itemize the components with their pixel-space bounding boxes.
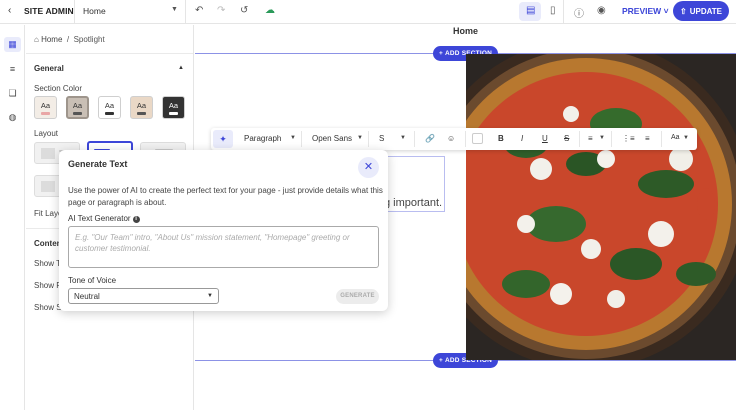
- ai-sparkle-icon[interactable]: ✦: [213, 130, 233, 148]
- globe-icon[interactable]: ◉: [597, 5, 606, 16]
- divider: [563, 0, 564, 24]
- home-icon[interactable]: ⌂: [34, 35, 39, 44]
- sliders-icon[interactable]: ≡: [6, 63, 19, 76]
- show-option-label: Show P: [34, 281, 62, 290]
- chevron-down-icon[interactable]: ▼: [599, 135, 605, 141]
- ai-prompt-textarea[interactable]: E.g. "Our Team" intro, "About Us" missio…: [68, 226, 379, 268]
- help-icon[interactable]: ⓘ: [574, 5, 584, 20]
- modal-description: Use the power of AI to create the perfec…: [68, 186, 383, 207]
- pizza-image[interactable]: [466, 54, 736, 360]
- breadcrumb: ⌂ Home / Spotlight: [34, 35, 105, 44]
- generate-text-modal: Generate Text ✕ Use the power of AI to c…: [59, 150, 388, 311]
- back-arrow-icon[interactable]: ‹: [8, 5, 11, 16]
- emoji-icon[interactable]: ☺: [447, 134, 455, 143]
- chevron-down-icon: ▼: [207, 293, 213, 299]
- color-swatch[interactable]: Aa: [162, 96, 185, 119]
- chevron-down-icon[interactable]: ▼: [683, 135, 689, 141]
- generate-button[interactable]: GENERATE: [336, 289, 379, 304]
- text-block-content[interactable]: g important.: [384, 197, 442, 209]
- italic-button[interactable]: I: [521, 134, 523, 143]
- cloud-saved-icon[interactable]: ☁: [265, 5, 275, 16]
- tone-value: Neutral: [74, 292, 100, 301]
- page-title: Home: [453, 26, 479, 36]
- swatch-label: Aa: [168, 100, 179, 110]
- divider: [465, 131, 466, 147]
- show-option-label: Show T: [34, 259, 61, 268]
- tone-of-voice-select[interactable]: Neutral ▼: [68, 288, 219, 304]
- plus-icon: +: [439, 50, 443, 57]
- divider: [74, 0, 75, 24]
- underline-button[interactable]: U: [542, 134, 548, 143]
- divider: [611, 131, 612, 147]
- divider: [185, 0, 186, 24]
- divider: [26, 53, 193, 54]
- swatch-label: Aa: [104, 100, 115, 110]
- link-icon[interactable]: 🔗: [425, 134, 435, 143]
- chevron-down-icon[interactable]: ▼: [357, 135, 363, 141]
- align-icon[interactable]: ≡: [588, 134, 593, 143]
- show-option-label: Show S: [34, 303, 62, 312]
- history-icon[interactable]: ↺: [240, 5, 248, 16]
- divider: [414, 131, 415, 147]
- color-swatch[interactable]: Aa: [66, 96, 89, 119]
- color-swatch[interactable]: Aa: [130, 96, 153, 119]
- left-rail: ▦ ≡ ❏ ◍: [0, 25, 25, 410]
- bullet-list-icon[interactable]: ⋮≡: [622, 134, 635, 143]
- breadcrumb-current: Spotlight: [73, 35, 105, 44]
- breadcrumb-home[interactable]: Home: [41, 35, 62, 44]
- plus-icon: +: [439, 357, 443, 364]
- undo-icon[interactable]: ↶: [195, 5, 203, 16]
- upload-icon: ⇧: [680, 6, 687, 16]
- palette-icon[interactable]: ◍: [6, 111, 19, 124]
- preview-label: PREVIEW: [622, 6, 662, 16]
- paragraph-style-select[interactable]: Paragraph: [244, 134, 281, 143]
- layout-icon[interactable]: ▦: [4, 37, 21, 52]
- ai-generator-label: AI Text Generator i: [68, 214, 140, 223]
- font-family-select[interactable]: Open Sans: [312, 134, 352, 143]
- close-icon[interactable]: ✕: [358, 157, 379, 178]
- swatch-label: Aa: [72, 100, 83, 110]
- update-button[interactable]: ⇧ UPDATE: [673, 1, 729, 21]
- swatch-label: Aa: [136, 100, 147, 110]
- text-color-picker[interactable]: [472, 133, 483, 144]
- divider: [368, 131, 369, 147]
- chevron-down-icon[interactable]: ▼: [290, 135, 296, 141]
- top-bar: ‹ SITE ADMIN Home ▼ ↶ ↷ ↺ ☁ ▤ ▯ ⓘ ◉ PREV…: [0, 0, 736, 24]
- site-admin-label[interactable]: SITE ADMIN: [24, 6, 74, 16]
- divider: [579, 131, 580, 147]
- pages-icon[interactable]: ❏: [6, 87, 19, 100]
- info-icon[interactable]: i: [132, 216, 140, 223]
- strikethrough-button[interactable]: S: [564, 134, 569, 143]
- text-format-toolbar: ✦ Paragraph ▼ Open Sans ▼ S ▼ 🔗 ☺ B I U …: [211, 128, 697, 150]
- section-color-label: Section Color: [34, 84, 83, 93]
- mobile-icon[interactable]: ▯: [550, 5, 556, 16]
- chevron-up-icon[interactable]: ▲: [178, 65, 184, 71]
- swatch-label: Aa: [40, 100, 51, 110]
- chevron-down-icon[interactable]: ▼: [171, 6, 178, 13]
- bold-button[interactable]: B: [498, 134, 504, 143]
- update-label: UPDATE: [689, 6, 722, 16]
- layout-label: Layout: [34, 129, 59, 138]
- color-swatch[interactable]: Aa: [98, 96, 121, 119]
- text-size-button[interactable]: Aa: [671, 134, 680, 141]
- modal-title: Generate Text: [68, 159, 128, 169]
- divider: [301, 131, 302, 147]
- divider: [661, 131, 662, 147]
- numbered-list-icon[interactable]: ≡: [645, 134, 650, 143]
- color-swatch[interactable]: Aa: [34, 96, 57, 119]
- desktop-icon[interactable]: ▤: [526, 5, 535, 16]
- preview-button[interactable]: PREVIEW ˅: [622, 6, 669, 16]
- tone-of-voice-label: Tone of Voice: [68, 276, 117, 285]
- content-section-title[interactable]: Conten: [34, 239, 62, 248]
- ai-generator-label-text: AI Text Generator: [68, 214, 131, 223]
- page-select[interactable]: Home: [83, 6, 106, 16]
- font-size-select[interactable]: S: [379, 134, 384, 143]
- general-section-title[interactable]: General: [34, 64, 64, 73]
- chevron-down-icon[interactable]: ▼: [400, 135, 406, 141]
- breadcrumb-separator: /: [66, 35, 70, 44]
- redo-icon[interactable]: ↷: [217, 5, 225, 16]
